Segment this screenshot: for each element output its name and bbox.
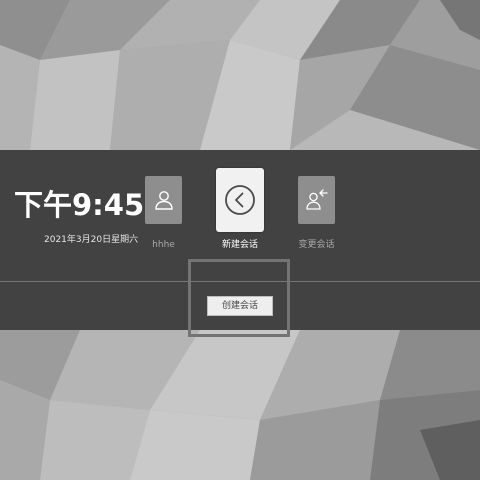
switch-session-label: 变更会话 (298, 240, 335, 250)
user-icon (154, 191, 173, 210)
login-screen: 下午9:45 2021年3月20日星期六 hhhe 新建会话 变更会话 创建会话 (0, 0, 480, 480)
new-session-tile[interactable] (216, 168, 264, 232)
chevron-left-circle-icon (225, 185, 255, 215)
new-session-label: 新建会话 (221, 240, 258, 250)
user-session-label: hhhe (152, 240, 175, 250)
create-session-button[interactable]: 创建会话 (207, 296, 273, 316)
user-session-tile[interactable] (145, 176, 182, 224)
clock-time: 下午9:45 (14, 188, 145, 222)
user-switch-icon (305, 189, 328, 210)
clock-date: 2021年3月20日星期六 (44, 235, 139, 245)
switch-session-tile[interactable] (298, 176, 335, 224)
